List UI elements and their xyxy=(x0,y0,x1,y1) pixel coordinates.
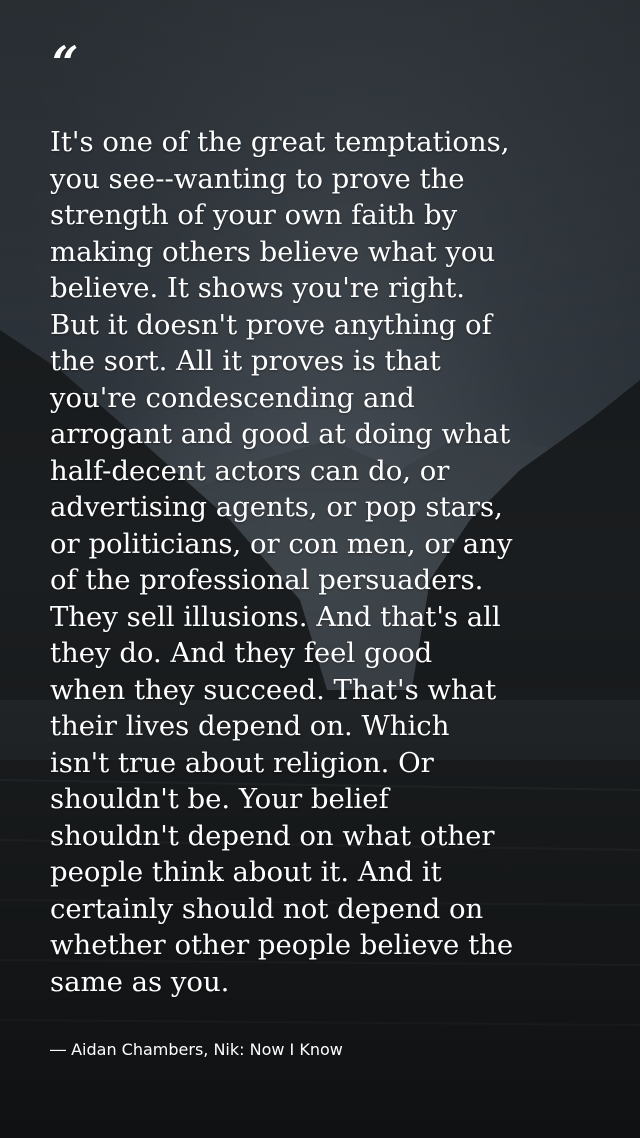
quote-card: “ It's one of the great temptations, you… xyxy=(0,0,640,1138)
quote-mark-icon: “ xyxy=(52,36,79,90)
quote-attribution: ― Aidan Chambers, Nik: Now I Know xyxy=(50,1040,343,1059)
quote-text: It's one of the great temptations, you s… xyxy=(50,126,514,998)
